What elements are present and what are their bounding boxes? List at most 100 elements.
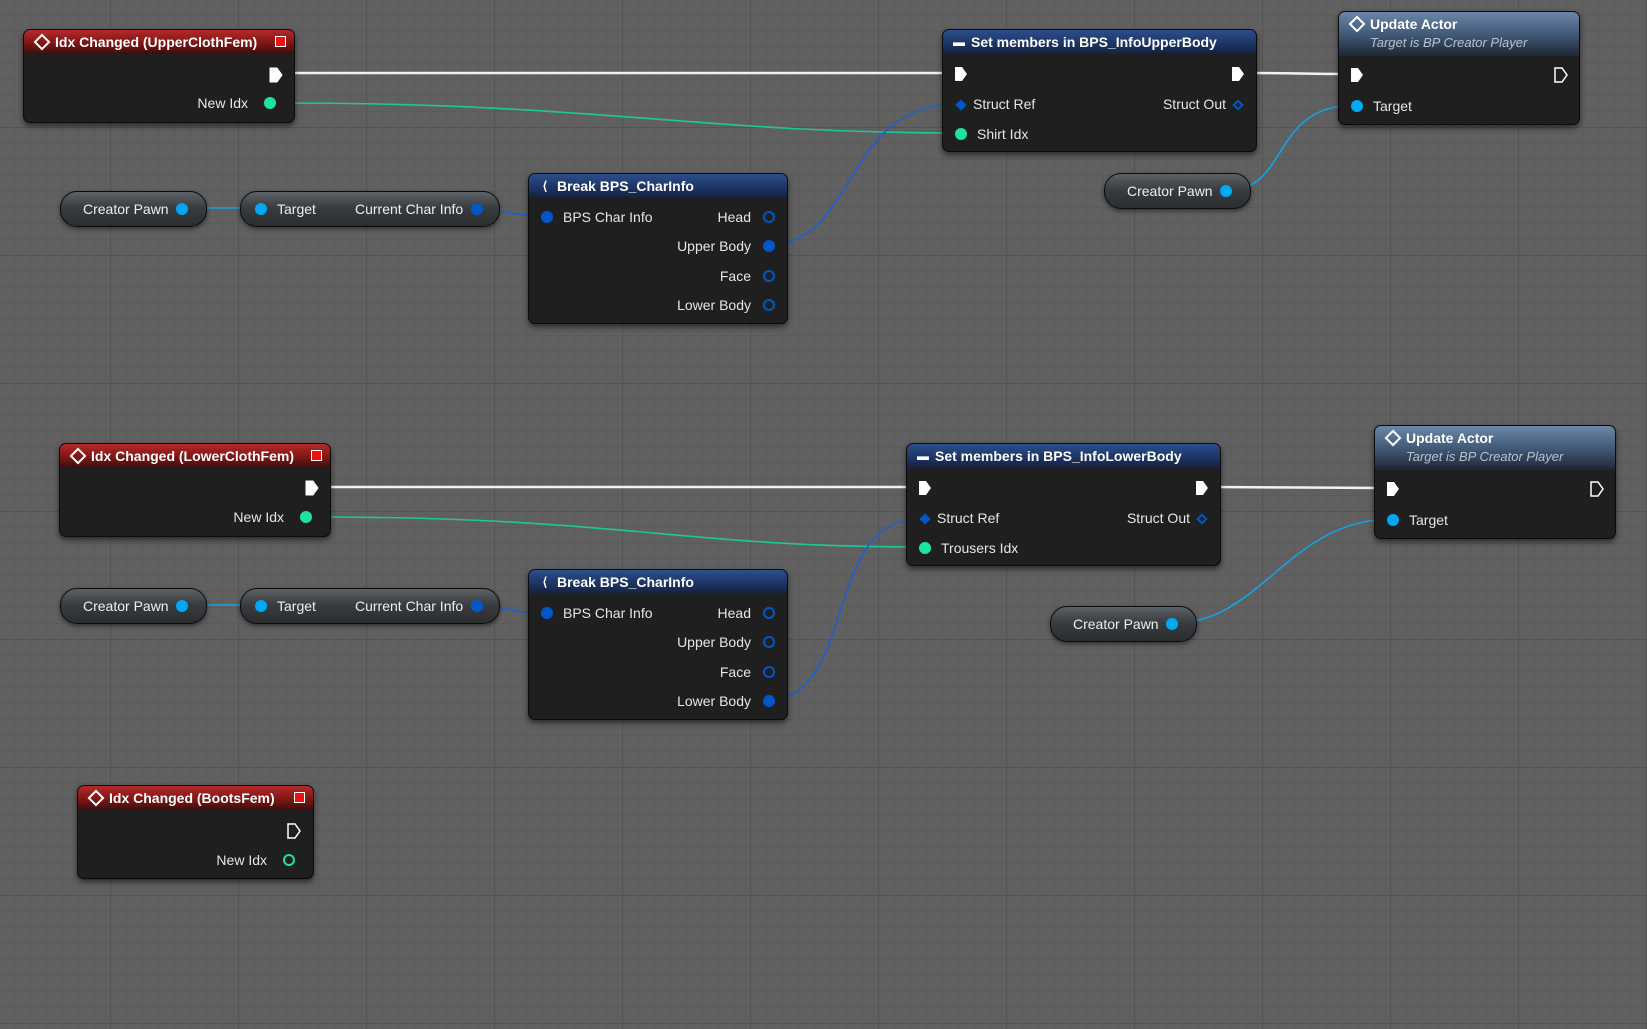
struct-pin-icon[interactable] bbox=[541, 607, 553, 619]
object-pin-icon[interactable] bbox=[176, 203, 188, 215]
face-output: Face bbox=[719, 268, 751, 284]
struct-out-label: Struct Out bbox=[1162, 96, 1226, 112]
event-icon bbox=[87, 789, 105, 807]
delegate-pin-icon[interactable] bbox=[294, 792, 305, 803]
set-members-node[interactable]: ▬ Set members in BPS_InfoUpperBody Struc… bbox=[942, 29, 1257, 152]
struct-ref-pin-icon[interactable] bbox=[955, 99, 967, 111]
break-struct-node[interactable]: ⟨ Break BPS_CharInfo BPS Char Info Head … bbox=[528, 569, 788, 720]
struct-pin-icon[interactable] bbox=[763, 666, 775, 678]
event-icon bbox=[33, 33, 51, 51]
update-actor-subtitle: Target is BP Creator Player bbox=[1370, 35, 1528, 50]
break-struct-node[interactable]: ⟨ Break BPS_CharInfo BPS Char Info Head … bbox=[528, 173, 788, 324]
struct-pin-icon[interactable] bbox=[763, 211, 775, 223]
creator-pawn-variable[interactable]: Creator Pawn bbox=[1104, 173, 1251, 209]
set-members-node[interactable]: ▬ Set members in BPS_InfoLowerBody Struc… bbox=[906, 443, 1221, 566]
bps-char-info-input: BPS Char Info bbox=[563, 605, 653, 621]
delegate-pin-icon[interactable] bbox=[311, 450, 322, 461]
current-char-info-label: Current Char Info bbox=[355, 201, 464, 217]
current-char-info-getter[interactable]: Target Current Char Info bbox=[240, 191, 500, 227]
update-actor-node[interactable]: Update Actor Target is BP Creator Player… bbox=[1374, 425, 1616, 539]
update-actor-title: Update Actor bbox=[1406, 430, 1494, 446]
new-idx-label: New Idx bbox=[216, 852, 267, 868]
set-members-title: Set members in BPS_InfoUpperBody bbox=[971, 34, 1217, 50]
head-output: Head bbox=[717, 605, 751, 621]
update-actor-node[interactable]: Update Actor Target is BP Creator Player… bbox=[1338, 11, 1580, 125]
object-pin-icon[interactable] bbox=[255, 203, 267, 215]
object-pin-icon[interactable] bbox=[176, 600, 188, 612]
head-output: Head bbox=[717, 209, 751, 225]
delegate-pin-icon[interactable] bbox=[275, 36, 286, 47]
new-idx-output: New Idx bbox=[233, 509, 284, 525]
struct-out-pin-icon[interactable] bbox=[1196, 513, 1208, 525]
struct-pin-icon[interactable] bbox=[763, 636, 775, 648]
target-label: Target bbox=[1373, 98, 1412, 114]
object-pin-icon[interactable] bbox=[1166, 618, 1178, 630]
target-label: Target bbox=[1409, 512, 1448, 528]
struct-ref-pin-icon[interactable] bbox=[919, 513, 931, 525]
object-pin-icon[interactable] bbox=[1351, 100, 1363, 112]
object-pin-icon[interactable] bbox=[1387, 514, 1399, 526]
function-icon bbox=[1348, 15, 1366, 33]
break-struct-header: ⟨ Break BPS_CharInfo bbox=[529, 570, 787, 594]
new-idx-output: New Idx bbox=[216, 852, 267, 868]
new-idx-output: New Idx bbox=[197, 95, 248, 111]
event-title: Idx Changed (UpperClothFem) bbox=[55, 34, 258, 50]
struct-icon: ▬ bbox=[917, 449, 929, 463]
object-pin-icon[interactable] bbox=[255, 600, 267, 612]
int-wire bbox=[315, 516, 923, 548]
creator-pawn-variable[interactable]: Creator Pawn bbox=[1050, 606, 1197, 642]
set-members-header: ▬ Set members in BPS_InfoLowerBody bbox=[907, 444, 1220, 468]
object-pin-icon[interactable] bbox=[1220, 185, 1232, 197]
event-title: Idx Changed (BootsFem) bbox=[109, 790, 275, 806]
upper-body-output: Upper Body bbox=[677, 238, 751, 254]
int-pin-icon[interactable] bbox=[919, 542, 931, 554]
int-pin-icon[interactable] bbox=[300, 511, 312, 523]
variable-label: Creator Pawn bbox=[1127, 183, 1213, 199]
variable-label: Creator Pawn bbox=[83, 201, 169, 217]
struct-wire bbox=[763, 103, 959, 247]
struct-ref-label: Struct Ref bbox=[937, 510, 1000, 526]
struct-pin-icon[interactable] bbox=[763, 695, 775, 707]
event-icon bbox=[69, 447, 87, 465]
struct-pin-icon[interactable] bbox=[471, 203, 483, 215]
int-pin-icon[interactable] bbox=[955, 128, 967, 140]
creator-pawn-variable[interactable]: Creator Pawn bbox=[60, 588, 207, 624]
exec-wire bbox=[1251, 71, 1349, 76]
struct-pin-icon[interactable] bbox=[763, 270, 775, 282]
variable-label: Creator Pawn bbox=[83, 598, 169, 614]
lower-body-output: Lower Body bbox=[677, 297, 751, 313]
event-node-upper-cloth[interactable]: Idx Changed (UpperClothFem) New Idx bbox=[23, 29, 295, 123]
update-actor-header: Update Actor Target is BP Creator Player bbox=[1339, 12, 1579, 56]
struct-out-pin-icon[interactable] bbox=[1232, 99, 1244, 111]
event-node-header: Idx Changed (LowerClothFem) bbox=[60, 444, 330, 468]
event-node-boots[interactable]: Idx Changed (BootsFem) New Idx bbox=[77, 785, 314, 879]
break-struct-header: ⟨ Break BPS_CharInfo bbox=[529, 174, 787, 198]
function-icon bbox=[1384, 429, 1402, 447]
update-actor-header: Update Actor Target is BP Creator Player bbox=[1375, 426, 1615, 470]
target-label: Target bbox=[277, 598, 316, 614]
new-idx-label: New Idx bbox=[197, 95, 248, 111]
int-pin-icon[interactable] bbox=[264, 97, 276, 109]
int-wire bbox=[279, 102, 959, 134]
trousers-idx-label: Trousers Idx bbox=[941, 540, 1019, 556]
struct-pin-icon[interactable] bbox=[763, 299, 775, 311]
break-icon: ⟨ bbox=[542, 575, 548, 589]
struct-pin-icon[interactable] bbox=[471, 600, 483, 612]
lower-body-output: Lower Body bbox=[677, 693, 751, 709]
int-pin-icon[interactable] bbox=[283, 854, 295, 866]
bps-char-info-input: BPS Char Info bbox=[563, 209, 653, 225]
struct-pin-icon[interactable] bbox=[763, 607, 775, 619]
current-char-info-getter[interactable]: Target Current Char Info bbox=[240, 588, 500, 624]
new-idx-label: New Idx bbox=[233, 509, 284, 525]
struct-pin-icon[interactable] bbox=[763, 240, 775, 252]
struct-icon: ▬ bbox=[953, 35, 965, 49]
creator-pawn-variable[interactable]: Creator Pawn bbox=[60, 191, 207, 227]
break-icon: ⟨ bbox=[542, 179, 548, 193]
break-title: Break BPS_CharInfo bbox=[557, 574, 694, 590]
event-node-lower-cloth[interactable]: Idx Changed (LowerClothFem) New Idx bbox=[59, 443, 331, 537]
set-members-header: ▬ Set members in BPS_InfoUpperBody bbox=[943, 30, 1256, 54]
struct-pin-icon[interactable] bbox=[541, 211, 553, 223]
current-char-info-label: Current Char Info bbox=[355, 598, 464, 614]
struct-out-label: Struct Out bbox=[1126, 510, 1190, 526]
event-node-header: Idx Changed (UpperClothFem) bbox=[24, 30, 294, 54]
